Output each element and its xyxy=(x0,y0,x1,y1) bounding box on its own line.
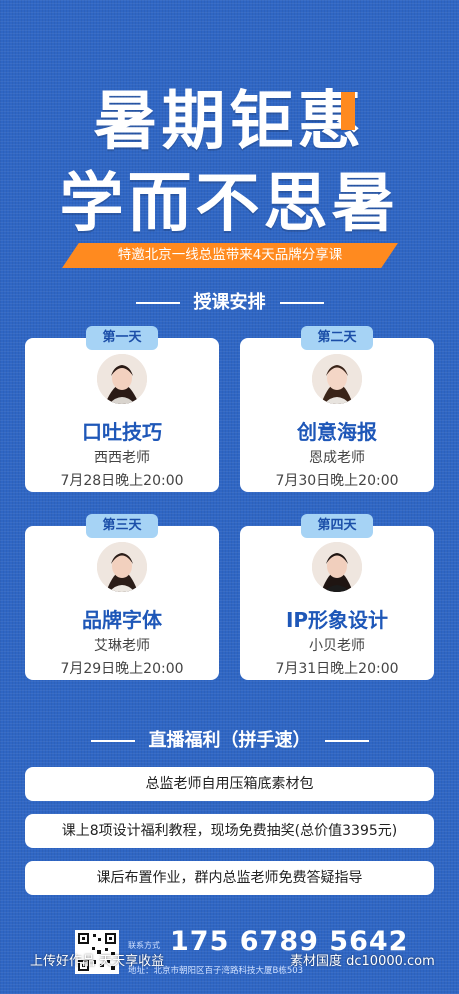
schedule-title-text: 授课安排 xyxy=(193,292,266,313)
benefit-item: 课上8项设计福利教程，现场免费抽奖(总价值3395元) xyxy=(25,814,434,848)
subtitle-text: 特邀北京一线总监带来4天品牌分享课 xyxy=(117,247,343,263)
day-tag: 第三天 xyxy=(86,514,158,538)
benefits-section-title: 直播福利（拼手速） xyxy=(0,726,459,752)
teacher-name: 恩成老师 xyxy=(309,450,365,466)
teacher-avatar xyxy=(97,354,147,404)
watermark-left: 上传好作品 天天享收益 xyxy=(30,954,165,969)
course-time: 7月30日晚上20:00 xyxy=(275,473,399,489)
benefit-item: 总监老师自用压箱底素材包 xyxy=(25,767,434,801)
accent-bar xyxy=(341,92,355,130)
divider-line xyxy=(135,302,180,304)
course-title: IP形象设计 xyxy=(285,608,389,632)
teacher-avatar xyxy=(312,354,362,404)
benefit-item: 课后布置作业，群内总监老师免费答疑指导 xyxy=(25,861,434,895)
subtitle-ribbon: 特邀北京一线总监带来4天品牌分享课 xyxy=(62,243,398,268)
schedule-section-title: 授课安排 xyxy=(0,288,459,314)
poster: 暑期钜惠 学而不思暑 特邀北京一线总监带来4天品牌分享课 授课安排 第一天 口吐… xyxy=(0,0,459,994)
benefits-title-text: 直播福利（拼手速） xyxy=(148,730,311,751)
teacher-name: 西西老师 xyxy=(94,450,150,466)
teacher-avatar xyxy=(312,542,362,592)
day-tag: 第一天 xyxy=(86,326,158,350)
teacher-avatar xyxy=(97,542,147,592)
course-card-day1[interactable]: 第一天 口吐技巧 西西老师 7月28日晚上20:00 xyxy=(25,326,219,492)
teacher-name: 小贝老师 xyxy=(309,638,365,654)
headline-line-1: 暑期钜惠 xyxy=(93,85,366,159)
course-card-day2[interactable]: 第二天 创意海报 恩成老师 7月30日晚上20:00 xyxy=(240,326,434,492)
course-time: 7月29日晚上20:00 xyxy=(60,661,184,677)
course-title: 创意海报 xyxy=(297,420,377,444)
course-time: 7月31日晚上20:00 xyxy=(275,661,399,677)
course-time: 7月28日晚上20:00 xyxy=(60,473,184,489)
day-tag: 第四天 xyxy=(301,514,373,538)
watermark-right: 素材国度 dc10000.com xyxy=(290,954,435,969)
divider-line xyxy=(90,740,135,742)
course-card-day3[interactable]: 第三天 品牌字体 艾琳老师 7月29日晚上20:00 xyxy=(25,514,219,680)
divider-line xyxy=(324,740,369,742)
divider-line xyxy=(279,302,324,304)
day-tag: 第二天 xyxy=(301,326,373,350)
headline-line-2: 学而不思暑 xyxy=(59,167,400,241)
course-card-day4[interactable]: 第四天 IP形象设计 小贝老师 7月31日晚上20:00 xyxy=(240,514,434,680)
course-title: 口吐技巧 xyxy=(82,420,162,444)
teacher-name: 艾琳老师 xyxy=(94,638,150,654)
course-title: 品牌字体 xyxy=(82,608,162,632)
